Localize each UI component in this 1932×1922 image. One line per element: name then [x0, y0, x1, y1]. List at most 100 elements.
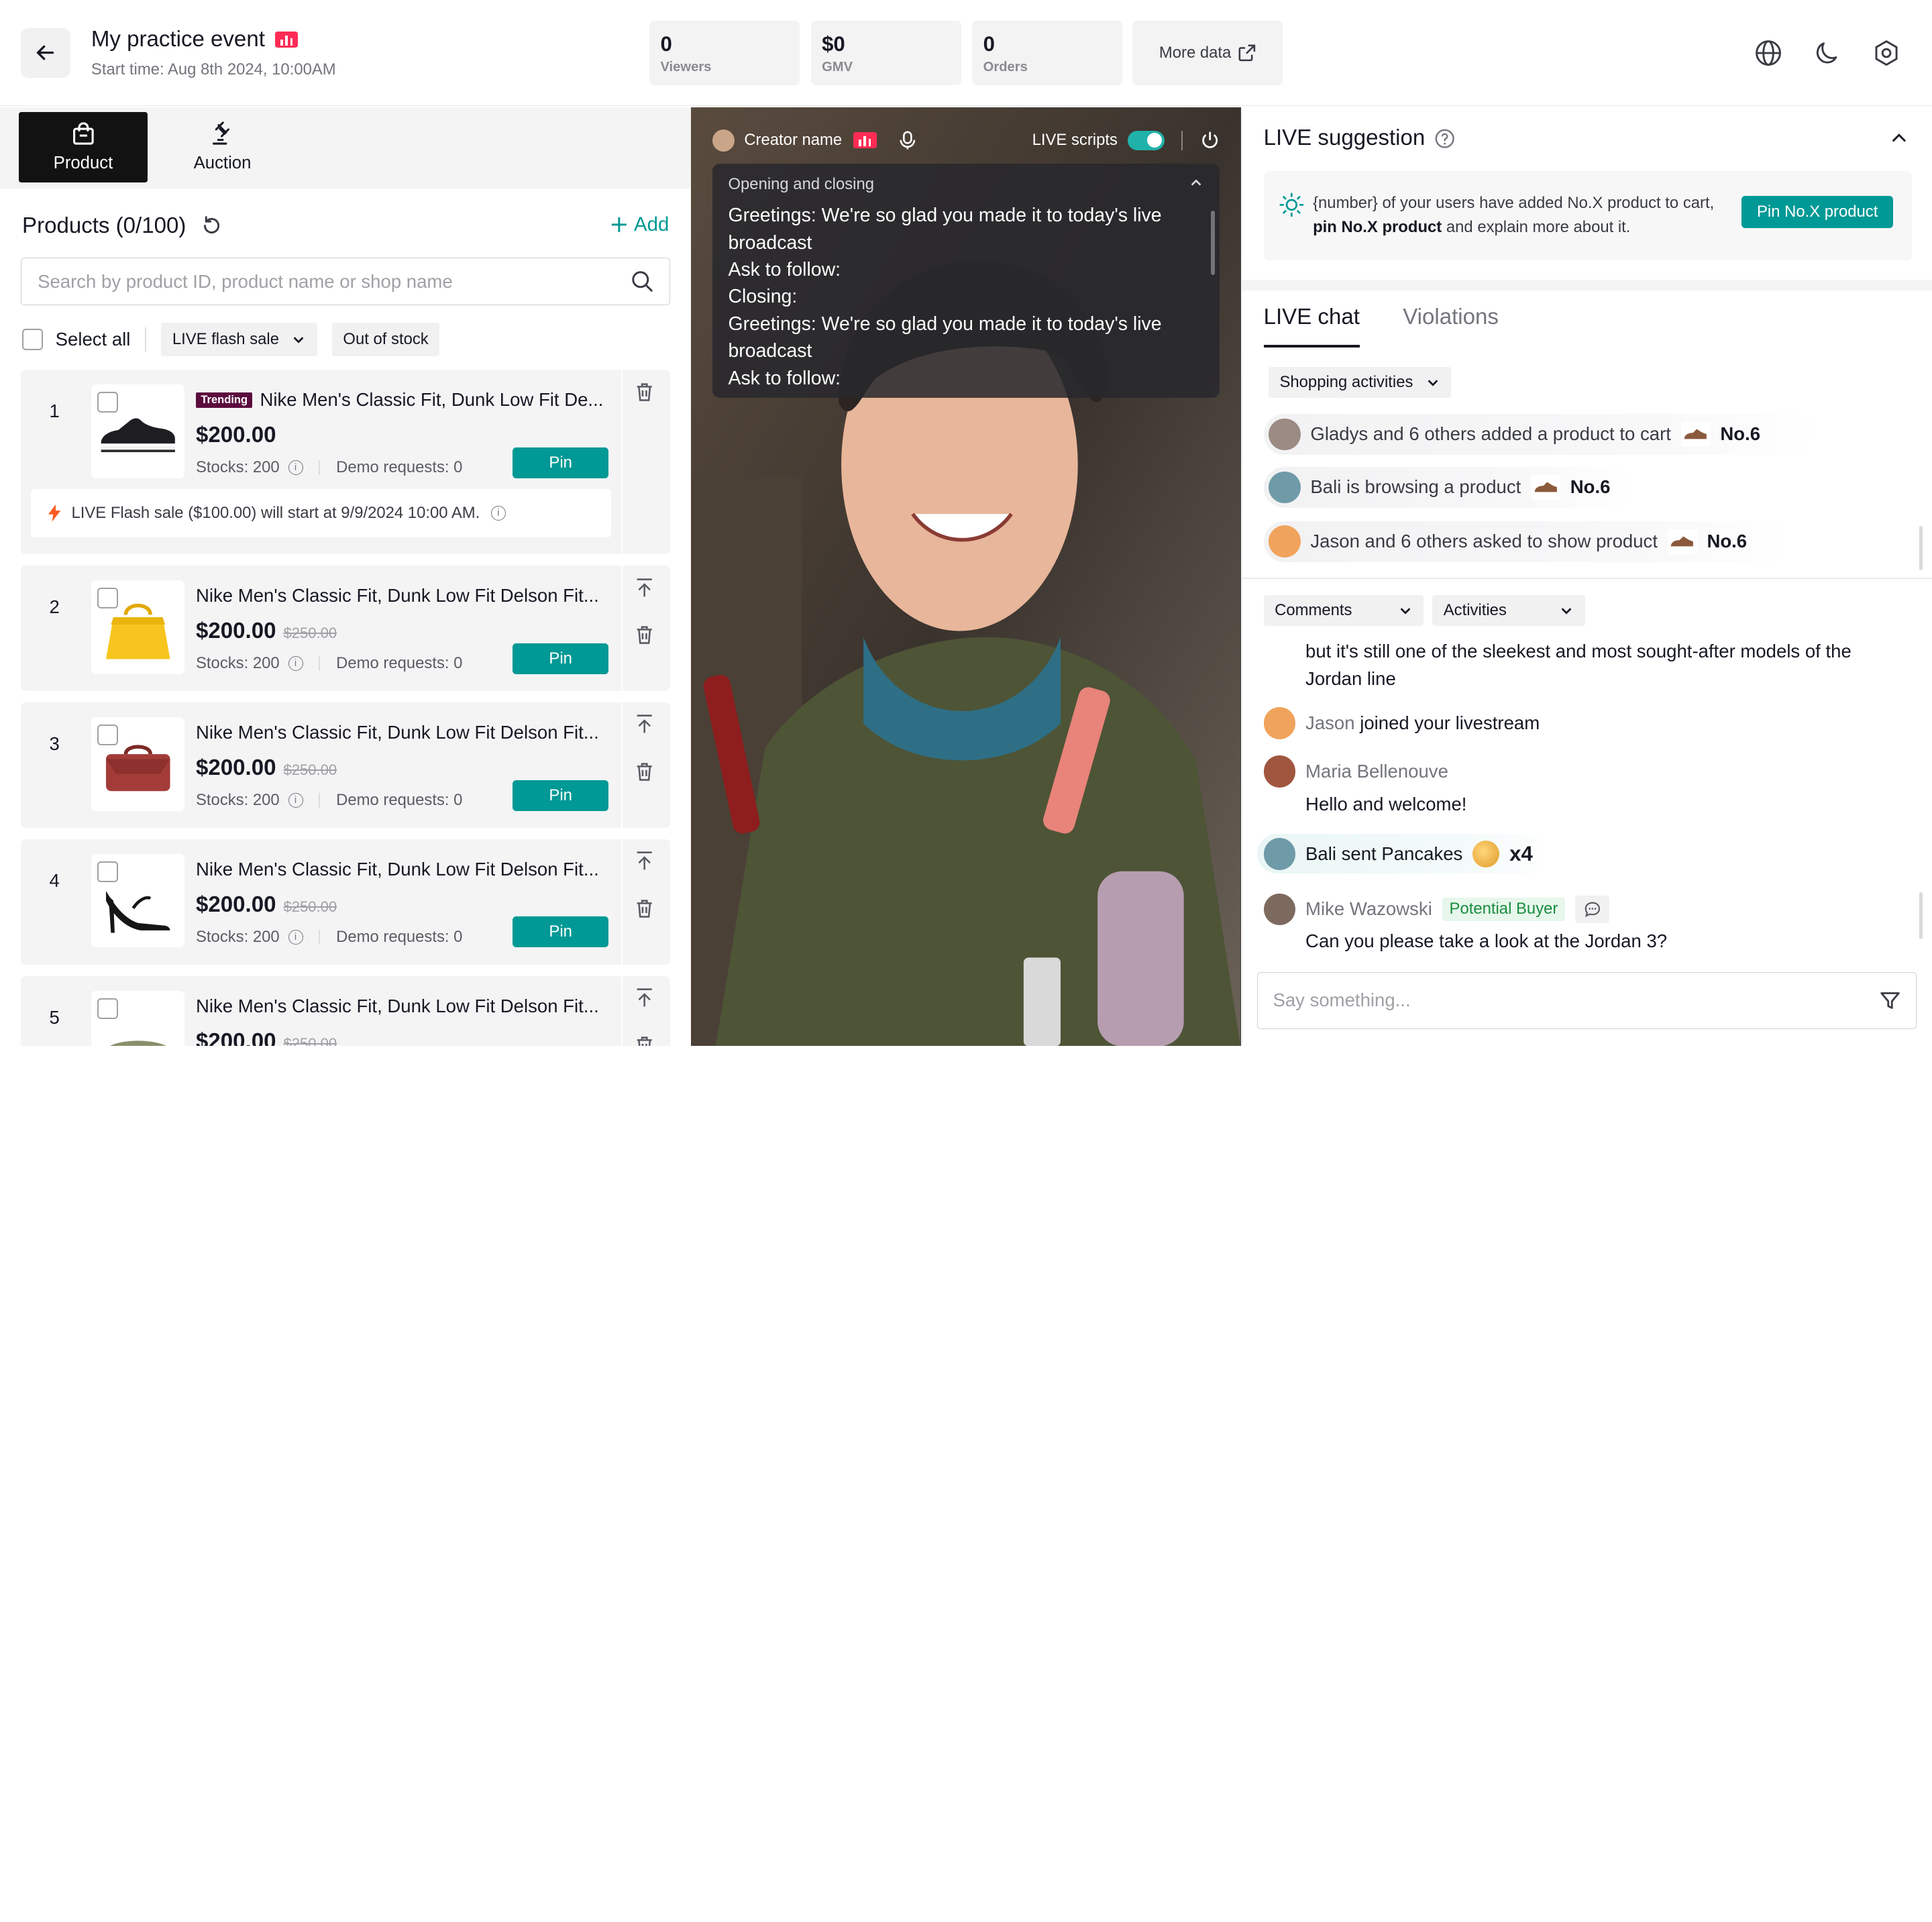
event-title-row: My practice event	[91, 27, 299, 52]
shoe-thumbnail	[1680, 422, 1711, 447]
join-text: joined your livestream	[1354, 712, 1540, 734]
move-to-top-icon[interactable]	[635, 987, 654, 1008]
tab-live-chat[interactable]: LIVE chat	[1263, 305, 1360, 348]
product-checkbox[interactable]	[97, 724, 119, 746]
back-button[interactable]	[21, 28, 70, 78]
search-icon[interactable]	[631, 270, 653, 292]
product-card: 5 Nike Men's Classic Fit, Dunk Low Fit D…	[21, 975, 671, 1047]
avatar	[1263, 893, 1296, 926]
pin-button[interactable]: Pin	[513, 643, 609, 674]
product-name[interactable]: Nike Men's Classic Fit, Dunk Low Fit Del…	[196, 585, 599, 606]
script-line: Closing:	[728, 286, 798, 308]
trash-icon[interactable]	[635, 382, 654, 403]
chevron-up-icon[interactable]	[1890, 129, 1908, 147]
activity-scrollbar[interactable]	[1919, 526, 1923, 571]
pin-button[interactable]: Pin	[513, 780, 609, 811]
product-price-row: $200.00 $250.00	[196, 1029, 337, 1047]
product-search-input[interactable]	[38, 270, 604, 292]
shopping-activities-filter[interactable]: Shopping activities	[1268, 367, 1452, 398]
user-name[interactable]: Maria Bellenouve	[1305, 761, 1448, 782]
potential-buyer-badge: Potential Buyer	[1442, 897, 1566, 922]
divider	[319, 793, 321, 808]
product-checkbox[interactable]	[97, 392, 119, 413]
filter-icon[interactable]	[1879, 990, 1901, 1012]
product-name[interactable]: Nike Men's Classic Fit, Dunk Low Fit Del…	[196, 859, 599, 880]
moon-icon[interactable]	[1813, 38, 1842, 68]
card-actions	[633, 713, 655, 782]
info-icon[interactable]: i	[288, 929, 303, 945]
product-index: 4	[49, 869, 60, 891]
demo-requests: Demo requests: 0	[336, 928, 463, 946]
product-checkbox[interactable]	[97, 588, 119, 609]
product-name-row: Nike Men's Classic Fit, Dunk Low Fit Del…	[196, 859, 614, 880]
add-product-button[interactable]: Add	[610, 213, 669, 236]
more-data-button[interactable]: More data	[1132, 21, 1283, 85]
live-icon	[853, 132, 877, 149]
trash-icon[interactable]	[635, 1035, 654, 1047]
right-panel: LIVE suggestion {number} of your users h…	[1242, 107, 1932, 1047]
tab-label: Auction	[193, 153, 252, 172]
filter-label: Shopping activities	[1279, 373, 1413, 392]
stat-gmv: $0 GMV	[810, 21, 961, 85]
move-to-top-icon[interactable]	[635, 850, 654, 871]
pin-button[interactable]: Pin	[513, 916, 609, 948]
chevron-up-icon[interactable]	[1189, 175, 1203, 190]
chat-input[interactable]	[1273, 990, 1840, 1012]
trash-icon[interactable]	[635, 761, 654, 782]
card-actions	[633, 577, 655, 646]
select-all-checkbox[interactable]	[22, 329, 44, 350]
info-icon[interactable]: i	[490, 505, 506, 521]
product-price: $200.00	[196, 618, 276, 643]
activity-text: Gladys and 6 others added a product to c…	[1310, 423, 1671, 445]
select-all[interactable]: Select all	[22, 329, 130, 350]
live-scripts-toggle[interactable]	[1127, 130, 1165, 151]
tab-violations[interactable]: Violations	[1403, 305, 1499, 348]
script-scrollbar[interactable]	[1211, 211, 1215, 275]
gavel-icon	[213, 121, 230, 145]
original-price: $250.00	[283, 761, 337, 778]
divider	[621, 369, 623, 555]
info-icon[interactable]: i	[288, 460, 303, 476]
trash-icon[interactable]	[635, 898, 654, 919]
help-icon[interactable]	[1435, 129, 1454, 148]
move-to-top-icon[interactable]	[635, 577, 654, 598]
tab-product[interactable]: Product	[18, 112, 148, 182]
live-scripts-label: LIVE scripts	[1032, 131, 1118, 150]
chevron-down-icon	[1400, 608, 1411, 615]
product-checkbox[interactable]	[97, 861, 119, 883]
chat-message: but it's still one of the sleekest and m…	[1305, 641, 1851, 689]
product-thumbnail	[91, 580, 185, 674]
info-icon[interactable]: i	[288, 656, 303, 672]
lightning-icon	[48, 504, 60, 522]
user-name[interactable]: Jason	[1305, 712, 1355, 733]
product-name[interactable]: Nike Men's Classic Fit, Dunk Low Fit De.…	[260, 389, 603, 411]
product-checkbox[interactable]	[97, 998, 119, 1019]
flash-filter-label: LIVE flash sale	[172, 329, 279, 348]
chat-tabs: LIVE chat Violations	[1263, 305, 1499, 348]
stat-viewers: 0 Viewers	[649, 21, 800, 85]
tab-auction[interactable]: Auction	[158, 112, 287, 182]
comments-filter[interactable]: Comments	[1263, 595, 1424, 627]
pin-button[interactable]: Pin	[513, 447, 609, 478]
info-icon[interactable]: i	[288, 793, 303, 808]
refresh-icon[interactable]	[201, 215, 223, 237]
product-name[interactable]: Nike Men's Classic Fit, Dunk Low Fit Del…	[196, 722, 599, 743]
pin-suggested-product-button[interactable]: Pin No.X product	[1741, 196, 1894, 228]
divider	[145, 327, 147, 352]
script-line: Ask to follow:	[728, 367, 841, 389]
flash-sale-filter[interactable]: LIVE flash sale	[161, 323, 317, 356]
user-name[interactable]: Mike Wazowski	[1305, 898, 1432, 920]
trash-icon[interactable]	[635, 625, 654, 645]
chat-join-row: Jason joined your livestream	[1263, 707, 1540, 739]
out-of-stock-filter[interactable]: Out of stock	[331, 323, 440, 356]
globe-icon[interactable]	[1754, 38, 1783, 68]
product-name[interactable]: Nike Men's Classic Fit, Dunk Low Fit Del…	[196, 996, 599, 1017]
chat-scrollbar[interactable]	[1919, 892, 1923, 939]
power-icon[interactable]	[1200, 131, 1220, 150]
reply-button[interactable]	[1575, 896, 1610, 923]
microphone-icon[interactable]	[899, 131, 916, 150]
avatar	[1263, 755, 1296, 788]
move-to-top-icon[interactable]	[635, 713, 654, 734]
settings-icon[interactable]	[1872, 38, 1901, 68]
activities-filter[interactable]: Activities	[1432, 595, 1585, 627]
